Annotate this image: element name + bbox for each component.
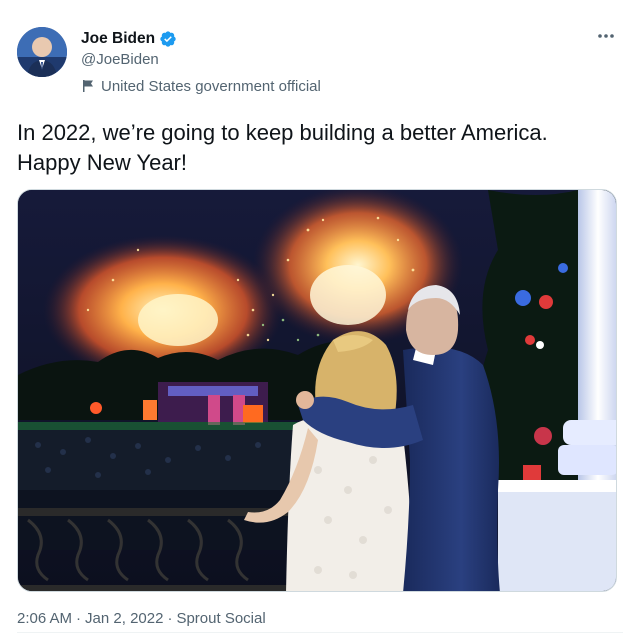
- tweet-time[interactable]: 2:06 AM: [17, 610, 72, 627]
- author-handle[interactable]: @JoeBiden: [81, 51, 159, 68]
- author-name[interactable]: Joe Biden: [81, 30, 155, 48]
- affiliation-label: United States government official: [81, 76, 321, 96]
- tweet-text-line-1: In 2022, we’re going to keep building a …: [17, 120, 548, 145]
- tweet-text-line-2: Happy New Year!: [17, 150, 187, 175]
- verified-badge-icon: [159, 30, 177, 48]
- meta-separator: ·: [167, 610, 173, 627]
- tweet-source[interactable]: Sprout Social: [176, 610, 265, 627]
- more-options-icon[interactable]: [596, 26, 616, 46]
- author-name-row[interactable]: Joe Biden: [81, 29, 177, 49]
- tweet-card: Joe Biden @JoeBiden United States govern…: [0, 0, 640, 633]
- avatar[interactable]: [17, 27, 67, 77]
- tweet-photo[interactable]: [17, 189, 617, 592]
- tweet-text: In 2022, we’re going to keep building a …: [17, 118, 617, 178]
- affiliation-label-text: United States government official: [101, 77, 321, 95]
- tweet-metadata: 2:06 AM · Jan 2, 2022 · Sprout Social: [17, 610, 266, 627]
- flag-icon: [81, 79, 95, 93]
- meta-separator: ·: [76, 610, 82, 627]
- tweet-date[interactable]: Jan 2, 2022: [85, 610, 163, 627]
